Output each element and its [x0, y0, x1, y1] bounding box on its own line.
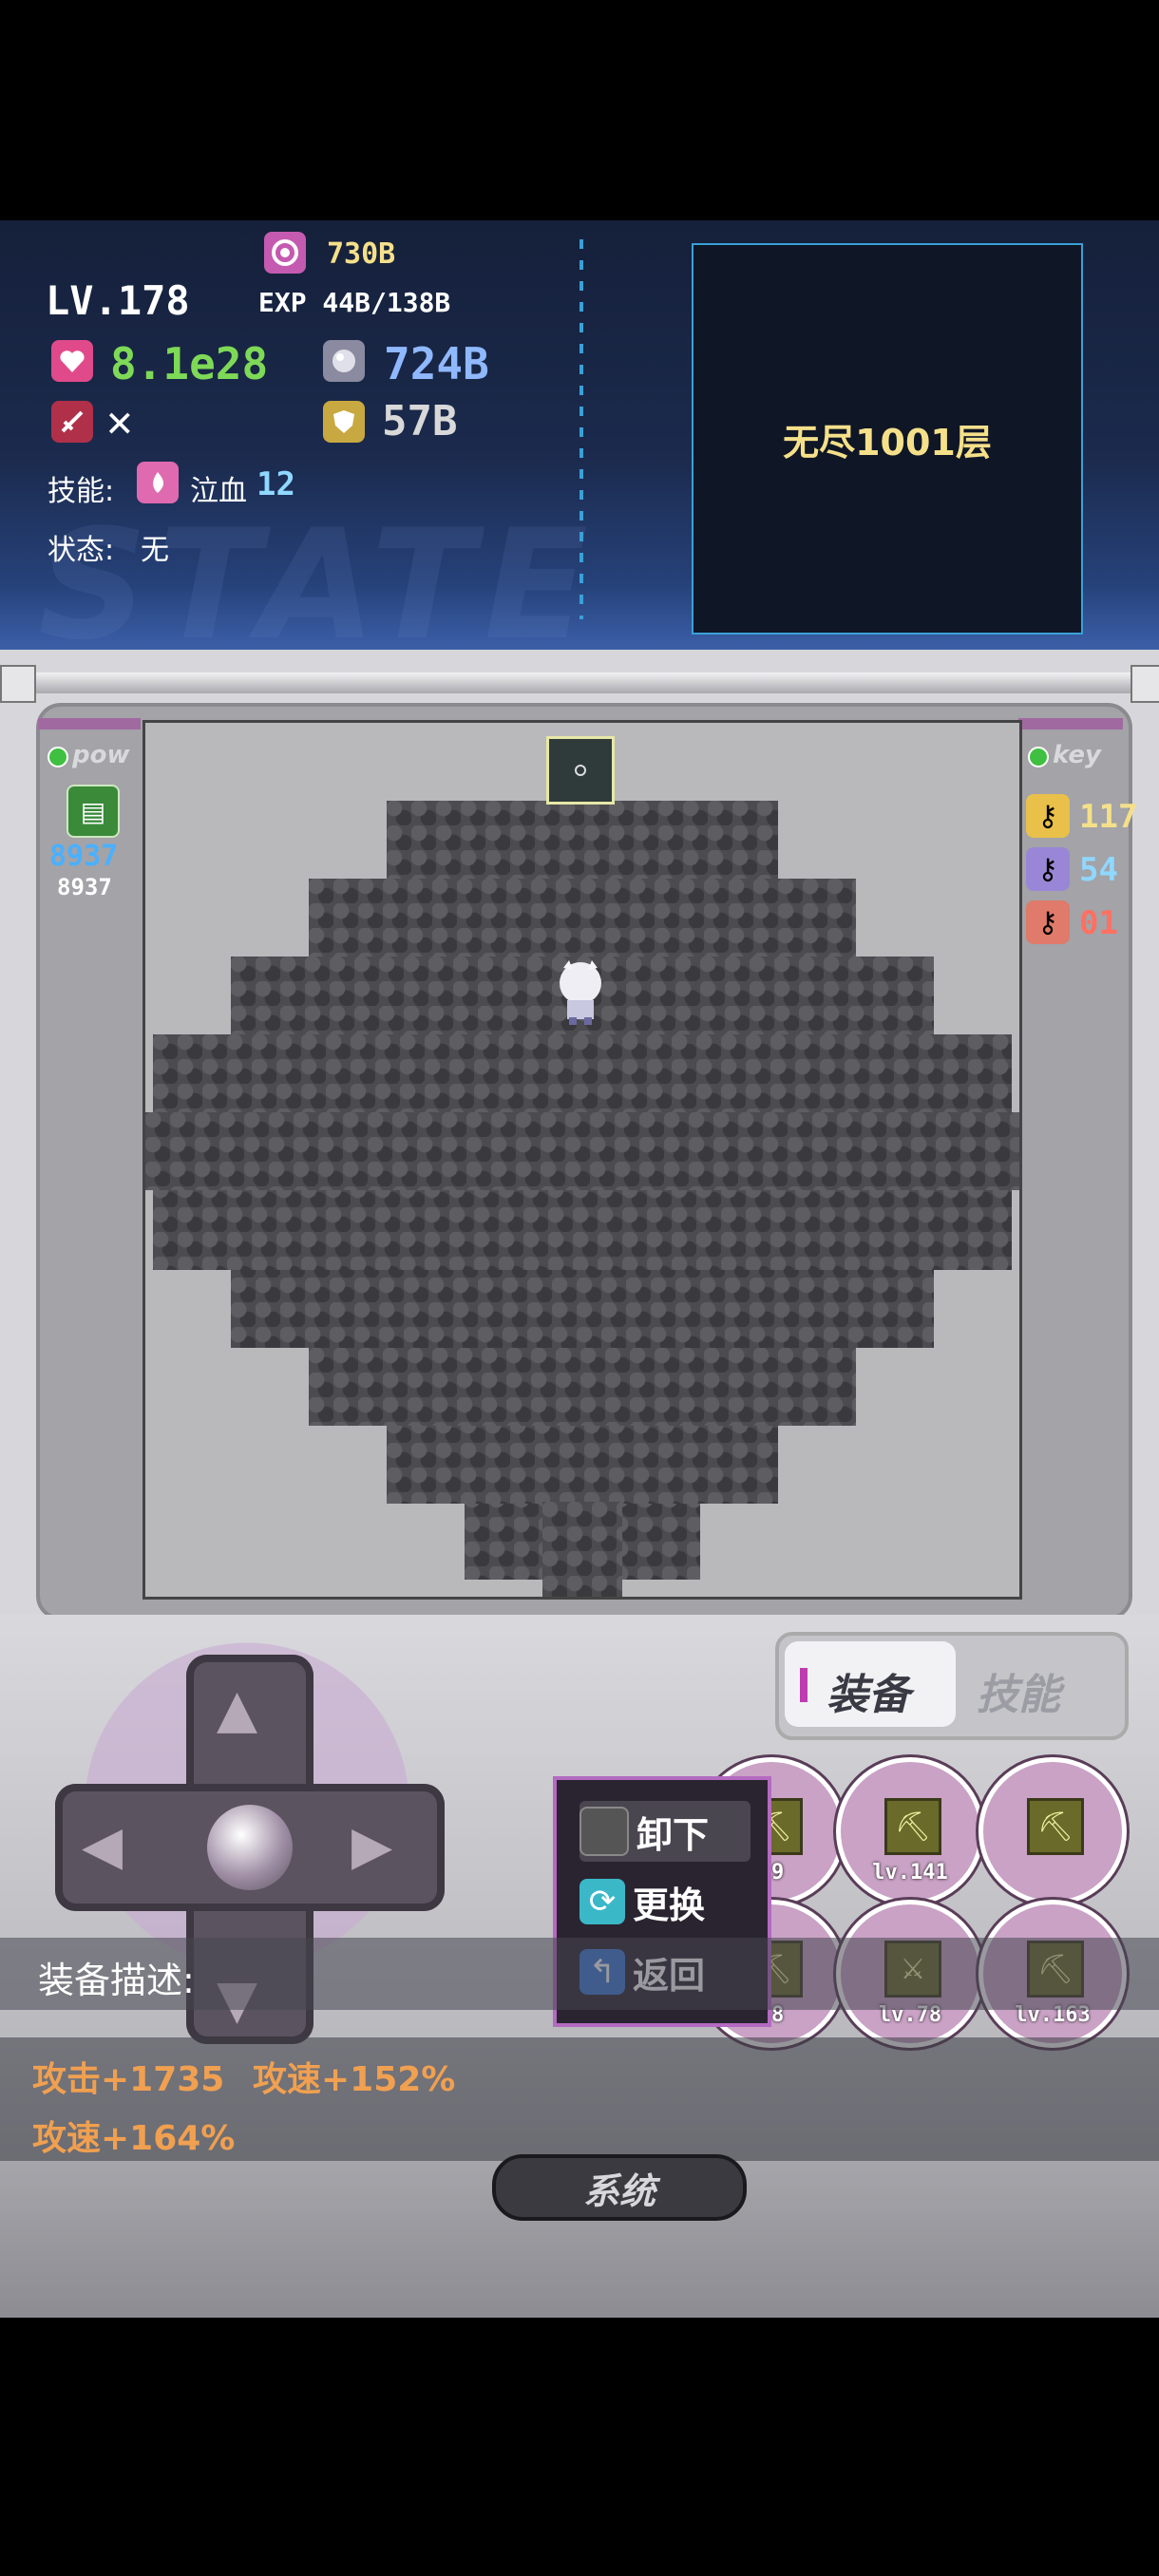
- sword-icon: [51, 401, 93, 443]
- defense-orb-icon: [323, 340, 365, 382]
- dpad-right-button[interactable]: ▶: [352, 1820, 392, 1873]
- pickaxe-icon: ⛏: [1027, 1798, 1084, 1855]
- divider: [580, 239, 583, 619]
- replace-button[interactable]: ⟳ 更换: [580, 1871, 750, 1932]
- magic-defense-value: 57B: [382, 397, 458, 445]
- pow-value-main: 8937: [49, 840, 119, 873]
- floor-label: 无尽1001层: [783, 421, 992, 464]
- unequip-label: 卸下: [636, 1813, 710, 1856]
- key-indicator: [1028, 747, 1049, 767]
- speed-bonus-2: 攻速+164%: [32, 2119, 236, 2158]
- defense-value: 724B: [384, 338, 489, 389]
- pow-stripe: [38, 718, 141, 729]
- empty-slot-icon: [580, 1807, 629, 1856]
- state-watermark: STATE: [38, 496, 598, 650]
- tab-skill[interactable]: 技能: [977, 1660, 1060, 1721]
- tab-equip-label: 装备: [826, 1671, 910, 1719]
- blue-key-icon: ⚷: [1026, 847, 1070, 891]
- pow-indicator: [48, 747, 68, 767]
- state-value: 无: [141, 534, 169, 567]
- speed-bonus: 攻速+152%: [253, 2060, 456, 2099]
- refresh-icon: ⟳: [580, 1879, 625, 1924]
- system-label: 系统: [582, 2169, 656, 2212]
- dpad-center: [207, 1805, 293, 1890]
- system-button[interactable]: 系统: [492, 2154, 747, 2221]
- skill-level: 12: [256, 465, 295, 503]
- blue-key-count: 54: [1079, 851, 1118, 889]
- replace-label: 更换: [633, 1884, 706, 1926]
- pow-value-sub: 8937: [57, 874, 112, 900]
- dpad-up-button[interactable]: ▲: [217, 1683, 257, 1736]
- gold-value: 730B: [327, 237, 396, 271]
- dpad-left-button[interactable]: ◀: [82, 1820, 123, 1873]
- description-label: 装备描述:: [38, 1960, 195, 2001]
- rail-end-left: [0, 665, 36, 703]
- equipment-slot[interactable]: ⛏ lv.141: [836, 1757, 984, 1905]
- key-title: key: [1053, 741, 1101, 769]
- attack-bonus: 攻击+1735: [32, 2060, 225, 2099]
- status-panel: STATE 730B LV.178 EXP 44B/138B 8.1e28 72…: [0, 220, 1159, 650]
- pickaxe-icon: ⛏: [884, 1798, 941, 1855]
- heart-icon: [51, 340, 93, 382]
- stairs-icon[interactable]: [546, 736, 615, 805]
- floor-box: 无尽1001层: [692, 243, 1083, 635]
- book-icon[interactable]: ▤: [66, 785, 120, 838]
- blood-skill-icon[interactable]: [137, 462, 179, 503]
- skill-name: 泣血: [190, 475, 247, 508]
- attack-status: ✕: [106, 395, 133, 446]
- key-stripe: [1018, 718, 1123, 729]
- rail-end-right: [1130, 665, 1159, 703]
- pow-title: pow: [72, 741, 130, 769]
- exp-value: EXP 44B/138B: [258, 287, 451, 318]
- red-key-icon: ⚷: [1026, 900, 1070, 944]
- unequip-button[interactable]: 卸下: [580, 1801, 750, 1862]
- equipment-level: lv.141: [872, 1861, 948, 1885]
- yellow-key-icon: ⚷: [1026, 794, 1070, 838]
- shield-icon: [323, 401, 365, 443]
- dungeon-map[interactable]: [142, 720, 1022, 1600]
- skill-label: 技能:: [48, 475, 115, 508]
- red-key-count: 01: [1079, 904, 1118, 942]
- gold-icon: [264, 232, 306, 274]
- top-rail: [0, 672, 1159, 693]
- yellow-key-count: 117: [1079, 798, 1138, 836]
- hp-value: 8.1e28: [110, 338, 269, 389]
- equipment-slot[interactable]: ⛏: [978, 1757, 1127, 1905]
- hero-icon: [552, 958, 609, 1027]
- floor-band: [145, 1112, 1019, 1190]
- state-label: 状态:: [48, 534, 115, 567]
- floor-stem: [542, 1502, 622, 1597]
- tab-marker: [800, 1668, 808, 1702]
- player-level: LV.178: [46, 277, 190, 324]
